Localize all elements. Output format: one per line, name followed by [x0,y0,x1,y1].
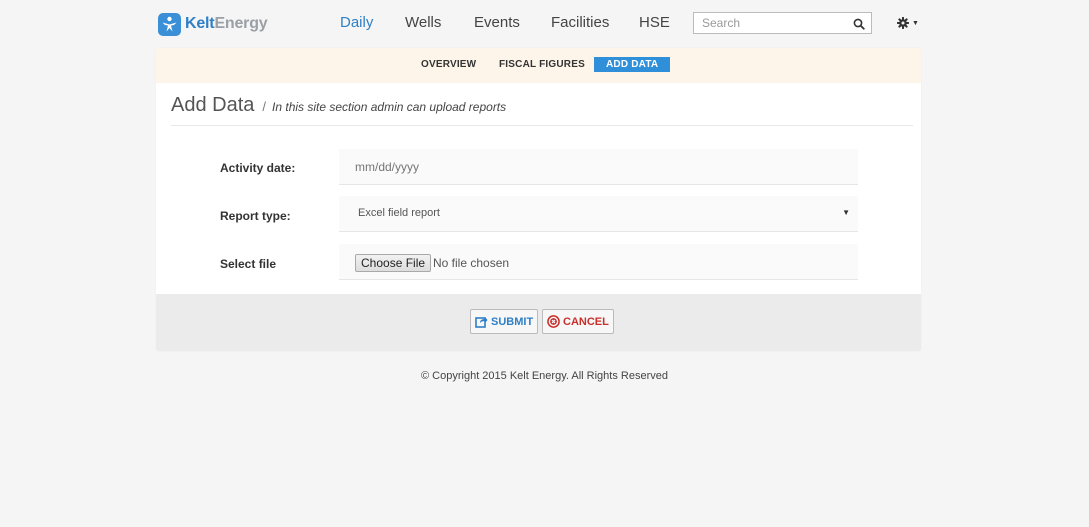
nav-daily[interactable]: Daily [340,14,373,31]
report-type-select[interactable]: Excel field report ▼ [339,196,858,232]
choose-file-button[interactable]: Choose File [355,254,432,272]
share-icon [475,317,488,328]
file-field: Choose File No file chosen [339,244,858,280]
page-header: Add Data / In this site section admin ca… [171,92,913,126]
report-type-value: Excel field report [358,207,440,219]
close-circle-icon [547,315,560,328]
chevron-down-icon: ▼ [912,19,919,27]
search-box [693,12,872,34]
main-nav: Daily Wells Events Facilities HSE [0,14,1089,34]
nav-hse[interactable]: HSE [639,14,670,31]
search-input[interactable] [694,13,844,33]
form-actions-bar: SUBMIT CANCEL [156,294,921,351]
activity-date-field [339,149,858,185]
search-icon[interactable] [853,17,865,30]
activity-date-label: Activity date: [220,161,296,175]
page-subtitle: In this site section admin can upload re… [272,100,507,114]
cancel-button[interactable]: CANCEL [542,309,614,334]
cancel-label: CANCEL [563,315,609,328]
top-navbar: KeltEnergy Daily Wells Events Facilities… [0,0,1089,48]
submit-label: SUBMIT [491,315,534,328]
submit-button[interactable]: SUBMIT [470,309,539,334]
add-data-panel: OVERVIEW FISCAL FIGURES ADD DATA Add Dat… [156,48,921,351]
nav-facilities[interactable]: Facilities [551,14,609,31]
nav-events[interactable]: Events [474,14,520,31]
subnav-add-data[interactable]: ADD DATA [594,57,671,72]
activity-date-input[interactable] [339,149,858,184]
nav-wells[interactable]: Wells [405,14,441,31]
subnav-overview[interactable]: OVERVIEW [421,57,476,72]
settings-menu[interactable]: ▼ [897,16,919,30]
copyright-text: © Copyright 2015 Kelt Energy. All Rights… [421,370,668,382]
dropdown-arrow-icon: ▼ [842,208,850,217]
gear-icon [897,17,909,29]
report-type-label: Report type: [220,209,291,223]
subnav-fiscal-figures[interactable]: FISCAL FIGURES [499,57,585,72]
breadcrumb-separator: / [262,99,267,114]
section-subnav: OVERVIEW FISCAL FIGURES ADD DATA [156,48,921,83]
page-title: Add Data [171,94,255,116]
file-status: No file chosen [433,256,510,270]
select-file-label: Select file [220,257,277,271]
